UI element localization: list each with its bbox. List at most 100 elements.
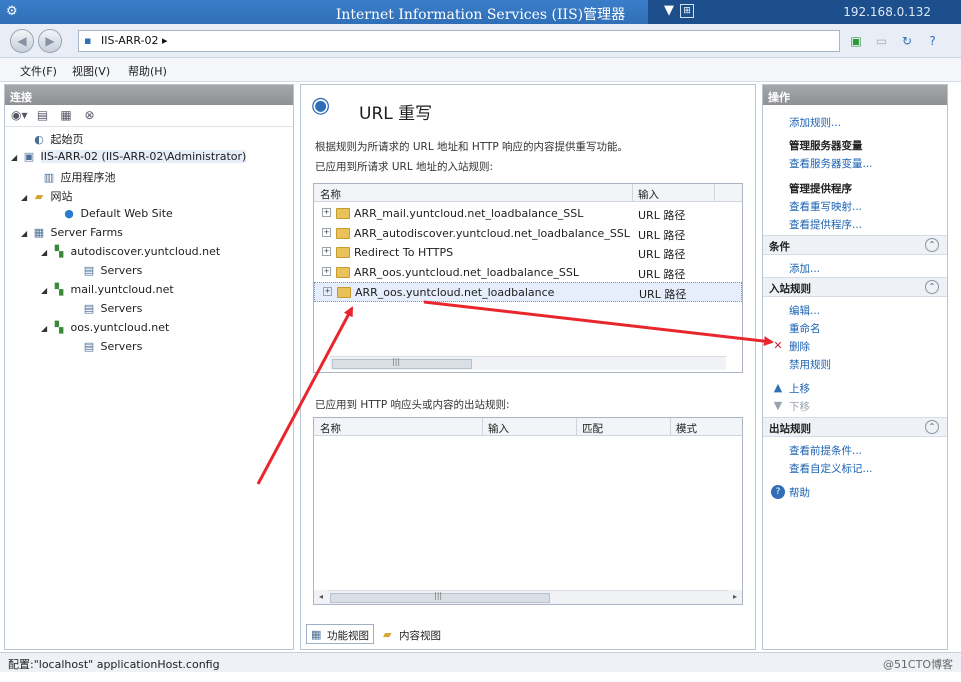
column-name[interactable]: 名称 bbox=[320, 187, 341, 202]
conditions-header: 条件 ⌃ bbox=[763, 235, 947, 255]
delete-link[interactable]: 删除 bbox=[789, 339, 810, 354]
tab-content-view[interactable]: ▰ 内容视图 bbox=[378, 624, 446, 644]
help-link[interactable]: 帮助 bbox=[789, 485, 810, 500]
collapse-icon[interactable]: ◢ bbox=[41, 324, 51, 333]
farm-icon: ▚ bbox=[54, 283, 64, 296]
outbound-rules-grid[interactable]: 名称 输入 匹配 模式 ◂ ||| ▸ bbox=[313, 417, 743, 605]
outbound-hscrollbar[interactable]: ||| bbox=[328, 590, 728, 604]
title-bar: ⚙ Internet Information Services (IIS)管理器… bbox=[0, 0, 961, 24]
inbound-rules-label: 已应用到所请求 URL 地址的入站规则: bbox=[315, 161, 494, 173]
scroll-right-icon[interactable]: ▸ bbox=[728, 590, 742, 604]
stop-icon[interactable]: ▭ bbox=[874, 33, 890, 49]
tree-node-farm-mail[interactable]: ◢ ▚ mail.yuntcloud.net bbox=[41, 283, 174, 301]
address-bar: ◀ ▶ ▪ IIS-ARR-02 ▸ ▣ ▭ ↻ ? bbox=[0, 24, 961, 58]
inbound-hscrollbar[interactable]: ||| bbox=[330, 356, 726, 370]
forward-button[interactable]: ▶ bbox=[38, 29, 62, 53]
server-small-icon: ▪ bbox=[84, 34, 92, 47]
add-condition-link[interactable]: 添加... bbox=[789, 261, 820, 276]
view-providers-link[interactable]: 查看提供程序... bbox=[789, 217, 862, 232]
help-icon[interactable]: ? bbox=[925, 33, 941, 49]
column-input[interactable]: 输入 bbox=[638, 187, 659, 202]
expand-icon[interactable]: + bbox=[322, 228, 331, 237]
farm-icon: ▚ bbox=[54, 245, 64, 258]
refresh-icon[interactable]: ↻ bbox=[899, 33, 915, 49]
server-farms-icon: ▦ bbox=[33, 226, 45, 239]
address-box[interactable]: ▪ IIS-ARR-02 ▸ bbox=[78, 30, 840, 52]
back-button[interactable]: ◀ bbox=[10, 29, 34, 53]
watermark: @51CTO博客 bbox=[882, 658, 953, 671]
add-rule-link[interactable]: 添加规则... bbox=[789, 115, 841, 130]
breadcrumb[interactable]: IIS-ARR-02 ▸ bbox=[101, 34, 168, 47]
servers-icon: ▤ bbox=[83, 264, 95, 277]
tree-node-servers[interactable]: ▤ Servers bbox=[71, 264, 143, 282]
collapse-chevron-icon[interactable]: ⌃ bbox=[925, 420, 939, 434]
features-view-icon: ▦ bbox=[311, 628, 322, 641]
scroll-left-icon[interactable]: ◂ bbox=[314, 590, 328, 604]
rule-row[interactable]: + ARR_autodiscover.yuntcloud.net_loadbal… bbox=[314, 224, 742, 244]
column-pattern[interactable]: 模式 bbox=[676, 421, 697, 436]
move-up-link[interactable]: 上移 bbox=[789, 381, 810, 396]
collapse-chevron-icon[interactable]: ⌃ bbox=[925, 238, 939, 252]
expand-icon[interactable]: + bbox=[322, 208, 331, 217]
tree-node-default-web-site[interactable]: ● Default Web Site bbox=[51, 207, 173, 225]
menu-help[interactable]: 帮助(H) bbox=[128, 63, 167, 79]
tree-node-servers[interactable]: ▤ Servers bbox=[71, 340, 143, 358]
inbound-rules-grid[interactable]: 名称 输入 + ARR_mail.yuntcloud.net_loadbalan… bbox=[313, 183, 743, 373]
view-custom-tags-link[interactable]: 查看自定义标记... bbox=[789, 461, 873, 476]
tree-node-server[interactable]: ◢ ▣ IIS-ARR-02 (IIS-ARR-02\Administrator) bbox=[11, 150, 247, 168]
expand-icon[interactable]: + bbox=[322, 247, 331, 256]
rule-row[interactable]: + ARR_mail.yuntcloud.net_loadbalance_SSL… bbox=[314, 204, 742, 224]
rule-folder-icon bbox=[337, 287, 351, 298]
tree-node-server-farms[interactable]: ◢ ▦ Server Farms bbox=[21, 226, 123, 244]
arrow-down-icon: ▼ bbox=[773, 399, 783, 412]
connect-dropdown-icon[interactable]: ◉▾ bbox=[11, 108, 28, 124]
inbound-grid-header: 名称 输入 bbox=[314, 184, 742, 202]
rule-row[interactable]: + ARR_oos.yuntcloud.net_loadbalance_SSL … bbox=[314, 263, 742, 283]
view-preconditions-link[interactable]: 查看前提条件... bbox=[789, 443, 862, 458]
disable-rule-link[interactable]: 禁用规则 bbox=[789, 357, 831, 372]
column-name[interactable]: 名称 bbox=[320, 421, 341, 436]
collapse-icon[interactable]: ◢ bbox=[21, 193, 31, 202]
connect-server-icon[interactable]: ⊗ bbox=[82, 108, 98, 124]
outbound-rules-label: 已应用到 HTTP 响应头或内容的出站规则: bbox=[315, 399, 510, 411]
collapse-chevron-icon[interactable]: ⌃ bbox=[925, 280, 939, 294]
connect-icon[interactable]: ▣ bbox=[848, 33, 864, 49]
rename-link[interactable]: 重命名 bbox=[789, 321, 821, 336]
collapse-icon[interactable]: ◢ bbox=[11, 153, 21, 162]
rule-folder-icon bbox=[336, 208, 350, 219]
tree-node-farm-autodiscover[interactable]: ◢ ▚ autodiscover.yuntcloud.net bbox=[41, 245, 220, 263]
rule-row-selected[interactable]: + ARR_oos.yuntcloud.net_loadbalance URL … bbox=[314, 282, 742, 302]
tree-node-sites[interactable]: ◢ ▰ 网站 bbox=[21, 188, 73, 206]
tree-node-start-page[interactable]: ◐ 起始页 bbox=[21, 131, 83, 149]
remote-control-icon[interactable]: ⊞ bbox=[680, 4, 694, 18]
tab-features-view[interactable]: ▦ 功能视图 bbox=[306, 624, 374, 644]
rule-folder-icon bbox=[336, 247, 350, 258]
expand-icon[interactable]: + bbox=[322, 267, 331, 276]
status-text: 配置:"localhost" applicationHost.config bbox=[8, 658, 220, 671]
collapse-icon[interactable]: ◢ bbox=[21, 229, 31, 238]
help-circle-icon: ? bbox=[771, 485, 785, 499]
column-match[interactable]: 匹配 bbox=[582, 421, 603, 436]
globe-icon: ● bbox=[64, 207, 74, 220]
column-input[interactable]: 输入 bbox=[488, 421, 509, 436]
view-rewrite-maps-link[interactable]: 查看重写映射... bbox=[789, 199, 862, 214]
move-down-link: 下移 bbox=[789, 401, 810, 413]
collapse-icon[interactable]: ◢ bbox=[41, 286, 51, 295]
menu-file[interactable]: 文件(F) bbox=[20, 63, 57, 79]
pin-icon[interactable]: ▼ bbox=[664, 3, 674, 18]
menu-view[interactable]: 视图(V) bbox=[72, 63, 110, 79]
up-folder-icon[interactable]: ▦ bbox=[58, 108, 74, 124]
expand-icon[interactable]: + bbox=[323, 287, 332, 296]
scroll-thumb[interactable] bbox=[332, 359, 472, 369]
collapse-icon[interactable]: ◢ bbox=[41, 248, 51, 257]
edit-link[interactable]: 编辑... bbox=[789, 303, 820, 318]
rule-folder-icon bbox=[336, 267, 350, 278]
rule-row[interactable]: + Redirect To HTTPS URL 路径 bbox=[314, 243, 742, 263]
connections-pane: 连接 ◉▾ ▤ ▦ ⊗ ◐ 起始页 ◢ ▣ IIS-ARR-02 (IIS-ARR… bbox=[4, 84, 294, 650]
save-icon[interactable]: ▤ bbox=[35, 108, 51, 124]
tree-node-app-pools[interactable]: ▥ 应用程序池 bbox=[31, 169, 116, 187]
tree-node-farm-oos[interactable]: ◢ ▚ oos.yuntcloud.net bbox=[41, 321, 169, 339]
server-variables-title: 管理服务器变量 bbox=[789, 140, 863, 152]
tree-node-servers[interactable]: ▤ Servers bbox=[71, 302, 143, 320]
view-server-variables-link[interactable]: 查看服务器变量... bbox=[789, 156, 873, 171]
